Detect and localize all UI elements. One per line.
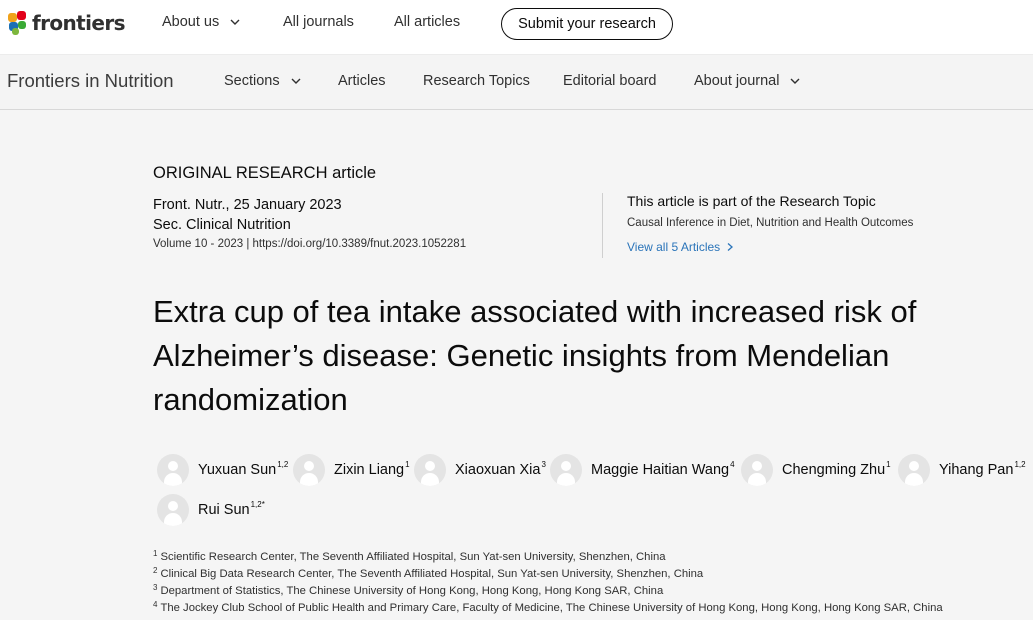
header-divider (602, 193, 603, 258)
author-item[interactable]: Yuxuan Sun1,2 (157, 453, 288, 487)
author-name: Yihang Pan1,2 (939, 460, 1026, 478)
avatar (293, 454, 325, 486)
affiliation-item: 3 Department of Statistics, The Chinese U… (153, 583, 664, 597)
chevron-down-icon (291, 78, 301, 84)
logo-text: frontiers (32, 11, 126, 35)
affiliation-text: Scientific Research Center, The Seventh … (160, 551, 666, 563)
view-all-articles-link[interactable]: View all 5 Articles (627, 240, 735, 254)
avatar (157, 454, 189, 486)
journal-navigation: Frontiers in Nutrition Sections Articles… (0, 55, 1033, 110)
frontiers-logo[interactable]: frontiers (8, 10, 126, 36)
jnav-sections-label: Sections (224, 73, 280, 89)
article-title: Extra cup of tea intake associated with … (153, 290, 1013, 422)
nav-all-articles[interactable]: All articles (394, 14, 460, 30)
jnav-about-journal[interactable]: About journal (694, 73, 801, 89)
article-title-line: randomization (153, 382, 348, 417)
avatar (157, 494, 189, 526)
article-type: ORIGINAL RESEARCH article (153, 164, 377, 182)
affiliation-number: 2 (153, 566, 158, 575)
jnav-about-journal-label: About journal (694, 73, 780, 89)
author-name: Xiaoxuan Xia3 (455, 460, 546, 478)
nav-all-journals[interactable]: All journals (283, 14, 354, 30)
frontiers-logo-icon (8, 11, 28, 35)
affiliation-item: 2 Clinical Big Data Research Center, The … (153, 566, 704, 580)
nav-about-us-label: About us (162, 14, 220, 30)
research-topic-name[interactable]: Causal Inference in Diet, Nutrition and … (627, 217, 913, 229)
affiliation-item: 4 The Jockey Club School of Public Health… (153, 600, 943, 614)
avatar (898, 454, 930, 486)
chevron-down-icon (790, 78, 800, 84)
journal-date: Front. Nutr., 25 January 2023 (153, 197, 342, 213)
chevron-right-icon (727, 243, 734, 251)
author-name: Maggie Haitian Wang4 (591, 460, 735, 478)
author-name: Zixin Liang1 (334, 460, 410, 478)
jnav-editorial-board[interactable]: Editorial board (563, 73, 657, 89)
author-affiliation-sup: 3 (541, 460, 546, 469)
author-item[interactable]: Yihang Pan1,2 (898, 453, 1026, 487)
author-name: Chengming Zhu1 (782, 460, 891, 478)
author-item[interactable]: Xiaoxuan Xia3 (414, 453, 546, 487)
author-item[interactable]: Rui Sun1,2* (157, 493, 265, 527)
avatar (550, 454, 582, 486)
author-item[interactable]: Maggie Haitian Wang4 (550, 453, 735, 487)
jnav-editorial-board-label: Editorial board (563, 73, 657, 89)
author-name: Yuxuan Sun1,2 (198, 460, 289, 478)
article-title-line: Extra cup of tea intake associated with … (153, 294, 917, 329)
research-topic-label: This article is part of the Research Top… (627, 193, 876, 209)
view-all-articles-label: View all 5 Articles (627, 240, 721, 254)
author-affiliation-sup: 4 (730, 460, 735, 469)
author-affiliation-sup: 1 (886, 460, 891, 469)
volume-doi[interactable]: Volume 10 - 2023 | https://doi.org/10.33… (153, 238, 466, 250)
avatar (741, 454, 773, 486)
affiliation-number: 1 (153, 549, 158, 558)
top-navigation: frontiers About us All journals All arti… (0, 0, 1033, 55)
jnav-research-topics-label: Research Topics (423, 73, 530, 89)
affiliation-text: Clinical Big Data Research Center, The S… (160, 568, 704, 580)
chevron-down-icon (230, 19, 240, 25)
jnav-articles[interactable]: Articles (338, 73, 386, 89)
author-affiliation-sup: 1,2 (277, 460, 289, 469)
jnav-articles-label: Articles (338, 73, 386, 89)
affiliation-number: 4 (153, 600, 158, 609)
jnav-sections[interactable]: Sections (224, 73, 302, 89)
submit-research-button[interactable]: Submit your research (501, 8, 673, 40)
author-affiliation-sup: 1,2 (1014, 460, 1026, 469)
author-affiliation-sup: 1,2* (250, 500, 265, 509)
journal-title[interactable]: Frontiers in Nutrition (7, 70, 174, 92)
author-affiliation-sup: 1 (405, 460, 410, 469)
article-section: Sec. Clinical Nutrition (153, 217, 291, 233)
affiliation-text: Department of Statistics, The Chinese Un… (160, 585, 664, 597)
article-title-line: Alzheimer’s disease: Genetic insights fr… (153, 338, 890, 373)
author-name: Rui Sun1,2* (198, 500, 265, 518)
author-item[interactable]: Chengming Zhu1 (741, 453, 891, 487)
affiliation-item: 1 Scientific Research Center, The Seventh… (153, 549, 666, 563)
author-item[interactable]: Zixin Liang1 (293, 453, 410, 487)
nav-all-articles-label: All articles (394, 14, 461, 30)
jnav-research-topics[interactable]: Research Topics (423, 73, 530, 89)
avatar (414, 454, 446, 486)
nav-all-journals-label: All journals (283, 14, 354, 30)
affiliation-text: The Jockey Club School of Public Health … (160, 602, 943, 614)
nav-about-us[interactable]: About us (162, 14, 241, 30)
affiliation-number: 3 (153, 583, 158, 592)
